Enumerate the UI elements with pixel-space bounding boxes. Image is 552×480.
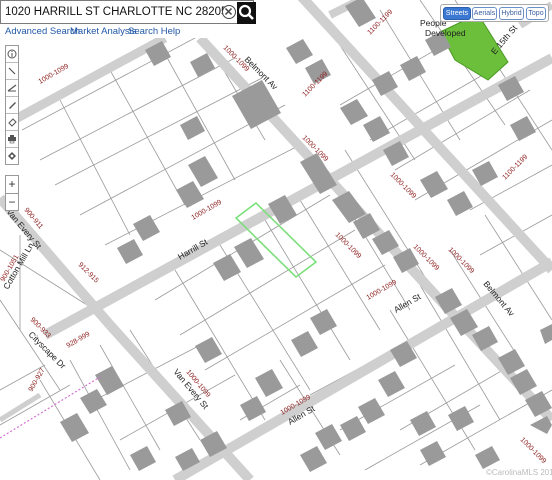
market-analysis-link[interactable]: Market Analysis	[70, 26, 137, 37]
map-canvas[interactable]: Belmont Av Belmont Av Harrill St Allen S…	[0, 0, 552, 480]
search-button[interactable]	[237, 2, 256, 24]
search-help-link[interactable]: Search Help	[128, 26, 180, 37]
search-bar[interactable]: 1020 HARRILL ST CHARLOTTE NC 28205	[0, 0, 256, 24]
info-tool-icon[interactable]	[6, 46, 18, 63]
map-type-toggle: Streets Aerials Hybrid Topo	[440, 4, 549, 22]
map-toolbar	[5, 45, 19, 165]
clear-search-icon[interactable]	[222, 5, 236, 19]
print-icon[interactable]	[6, 131, 18, 148]
tab-aerials[interactable]: Aerials	[472, 7, 497, 20]
tab-hybrid[interactable]: Hybrid	[499, 7, 524, 20]
park-label-line2: Developed	[425, 28, 466, 38]
copyright-text: ©CarolinaMLS 2019	[486, 468, 552, 477]
layers-icon[interactable]	[6, 148, 18, 164]
line-tool-icon[interactable]	[6, 63, 18, 80]
tab-topo[interactable]: Topo	[526, 7, 546, 20]
pencil-tool-icon[interactable]	[6, 97, 18, 114]
search-input[interactable]: 1020 HARRILL ST CHARLOTTE NC 28205	[5, 6, 227, 18]
tab-streets[interactable]: Streets	[443, 7, 471, 20]
eraser-tool-icon[interactable]	[6, 114, 18, 131]
zoom-out-button[interactable]: −	[6, 194, 18, 211]
search-links: Advanced Search Market Analysis Search H…	[0, 24, 254, 38]
search-icon	[238, 4, 254, 20]
advanced-search-link[interactable]: Advanced Search	[5, 26, 80, 37]
measure-tool-icon[interactable]	[6, 80, 18, 97]
zoom-in-button[interactable]: +	[6, 176, 18, 194]
zoom-control: + −	[5, 175, 19, 211]
